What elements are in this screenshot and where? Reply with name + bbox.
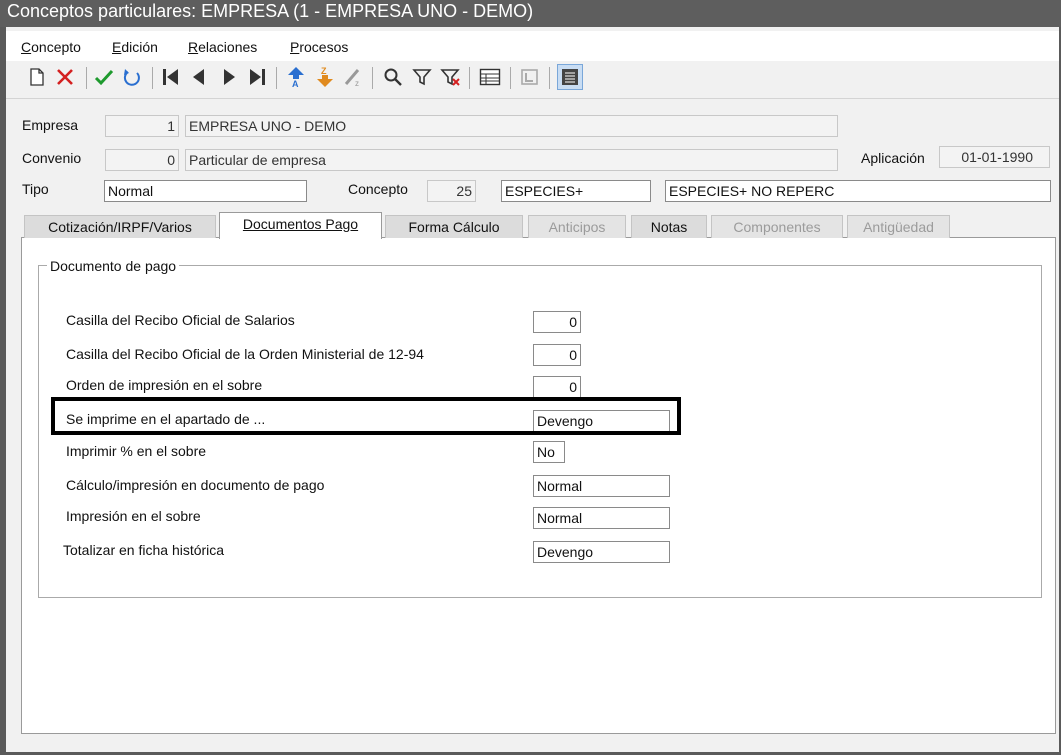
accept-icon[interactable]	[93, 66, 115, 88]
svg-text:Z: Z	[321, 66, 327, 76]
filter-clear-icon[interactable]	[440, 66, 462, 88]
grid-icon[interactable]	[479, 66, 501, 88]
tipo-label: Tipo	[22, 181, 49, 197]
menu-bar: Concepto Edición Relaciones Procesos	[6, 31, 1059, 61]
orden-impresion-field[interactable]: 0	[533, 376, 581, 398]
tab-componentes: Componentes	[711, 215, 843, 238]
toolbar-separator	[86, 67, 87, 89]
toolbar-separator	[510, 67, 511, 89]
empresa-code-field: 1	[105, 115, 179, 137]
casilla-recibo-label: Casilla del Recibo Oficial de Salarios	[66, 312, 295, 328]
imprimir-porcentaje-field[interactable]: No	[533, 441, 565, 463]
toolbar: A Z z	[18, 62, 1058, 94]
totalizar-field[interactable]: Devengo	[533, 541, 670, 563]
concepto-long-field[interactable]: ESPECIES+ NO REPERC	[665, 180, 1051, 202]
filter-icon[interactable]	[411, 66, 433, 88]
previous-icon[interactable]	[188, 66, 210, 88]
toolbar-separator	[469, 67, 470, 89]
totalizar-label: Totalizar en ficha histórica	[63, 542, 225, 558]
divider	[6, 98, 1059, 99]
detail-icon[interactable]	[519, 66, 541, 88]
form-icon[interactable]	[557, 64, 583, 90]
tab-anticipos: Anticipos	[528, 215, 626, 238]
sort-clear-icon[interactable]: z	[342, 66, 364, 88]
convenio-label: Convenio	[22, 150, 82, 166]
toolbar-separator	[549, 67, 550, 89]
undo-icon[interactable]	[121, 66, 143, 88]
menu-procesos[interactable]: Procesos	[290, 39, 348, 55]
casilla-orden-field[interactable]: 0	[533, 344, 581, 366]
next-icon[interactable]	[218, 66, 240, 88]
calculo-impresion-field[interactable]: Normal	[533, 475, 670, 497]
concepto-label: Concepto	[348, 181, 408, 197]
delete-icon[interactable]	[54, 66, 76, 88]
concepto-short-field[interactable]: ESPECIES+	[501, 180, 651, 202]
imprimir-porcentaje-label: Imprimir % en el sobre	[66, 443, 207, 459]
last-icon[interactable]	[246, 66, 268, 88]
menu-edicion[interactable]: Edición	[112, 39, 158, 55]
status-bar	[6, 734, 1059, 752]
empresa-label: Empresa	[22, 117, 79, 133]
tipo-field[interactable]: Normal	[104, 180, 307, 202]
svg-text:A: A	[292, 79, 299, 88]
tab-forma-calculo[interactable]: Forma Cálculo	[385, 215, 523, 238]
aplicacion-label: Aplicación	[861, 150, 925, 166]
svg-text:z: z	[355, 79, 359, 88]
convenio-code-field: 0	[105, 149, 179, 171]
toolbar-separator	[152, 67, 153, 89]
tab-antiguedad: Antigüedad	[847, 215, 950, 238]
convenio-name-field: Particular de empresa	[185, 149, 838, 171]
casilla-orden-label: Casilla del Recibo Oficial de la Orden M…	[66, 346, 424, 362]
menu-relaciones[interactable]: Relaciones	[188, 39, 257, 55]
tab-notas[interactable]: Notas	[631, 215, 707, 238]
concepto-code-field: 25	[427, 180, 476, 202]
title-bar: Conceptos particulares: EMPRESA (1 - EMP…	[0, 0, 1061, 27]
casilla-recibo-field[interactable]: 0	[533, 311, 581, 333]
empresa-name-field: EMPRESA UNO - DEMO	[185, 115, 838, 137]
tab-cotizacion[interactable]: Cotización/IRPF/Varios	[24, 215, 216, 238]
new-icon[interactable]	[26, 66, 48, 88]
highlight-box	[51, 397, 681, 435]
first-icon[interactable]	[160, 66, 182, 88]
group-title: Documento de pago	[47, 258, 180, 274]
orden-impresion-label: Orden de impresión en el sobre	[66, 377, 263, 393]
impresion-sobre-label: Impresión en el sobre	[66, 508, 201, 524]
window-title: Conceptos particulares: EMPRESA (1 - EMP…	[7, 1, 534, 21]
toolbar-separator	[276, 67, 277, 89]
search-icon[interactable]	[382, 66, 404, 88]
sort-asc-icon[interactable]: A	[285, 66, 307, 88]
calculo-impresion-label: Cálculo/impresión en documento de pago	[66, 477, 325, 493]
menu-concepto[interactable]: Concepto	[21, 39, 81, 55]
toolbar-separator	[372, 67, 373, 89]
sort-desc-icon[interactable]: Z	[314, 66, 336, 88]
impresion-sobre-field[interactable]: Normal	[533, 507, 670, 529]
aplicacion-field: 01-01-1990	[939, 146, 1050, 168]
tab-documentos-pago[interactable]: Documentos Pago	[219, 212, 382, 239]
